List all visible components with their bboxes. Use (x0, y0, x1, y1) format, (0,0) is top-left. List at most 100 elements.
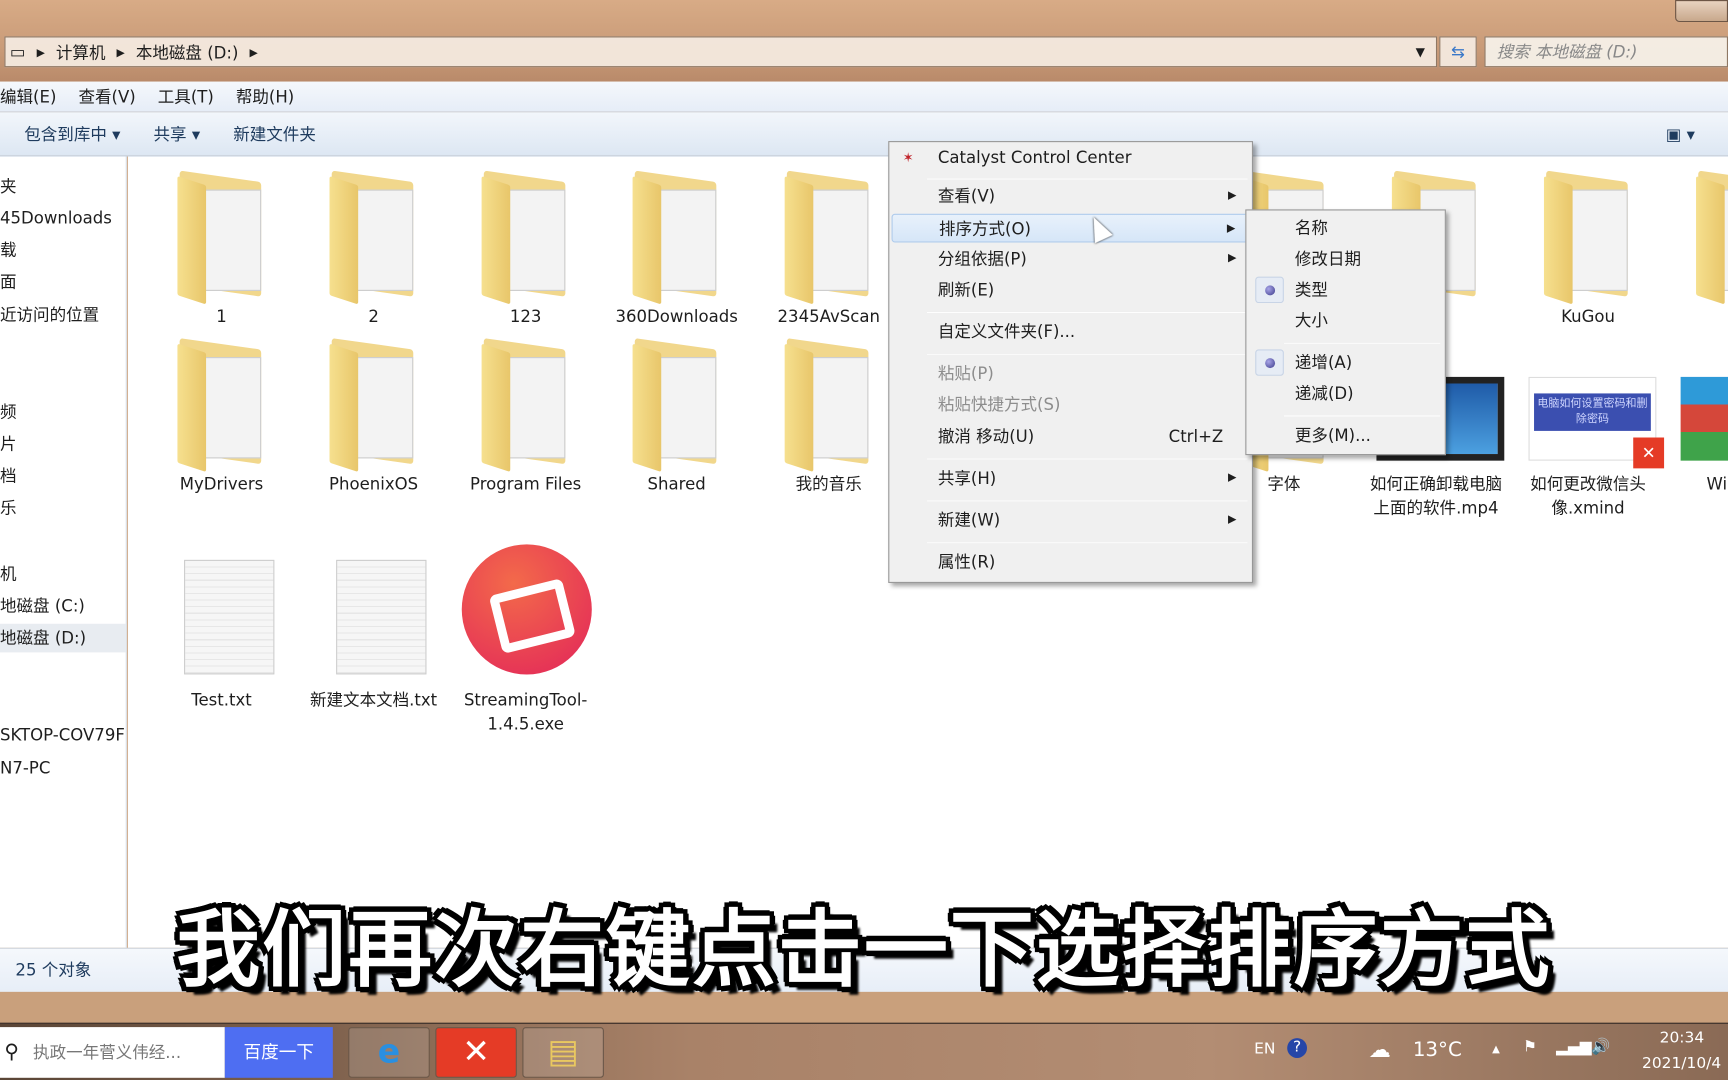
sidebar-item[interactable]: 地磁盘 (C:) (0, 592, 126, 621)
language-indicator[interactable]: EN (1254, 1040, 1275, 1058)
file-item[interactable]: 123 (454, 165, 597, 328)
file-item[interactable]: 2 (302, 165, 445, 328)
xmind-icon[interactable]: ✕ (435, 1027, 517, 1078)
baidu-search-button[interactable]: 百度一下 (224, 1027, 333, 1078)
sort-option[interactable]: 递减(D) (1249, 379, 1443, 408)
network-icon[interactable]: ▂▄▆ (1556, 1038, 1592, 1056)
sort-option[interactable]: 修改日期 (1249, 245, 1443, 274)
context-menu-item[interactable]: 自定义文件夹(F)... (892, 317, 1250, 346)
file-name: 2 (368, 306, 379, 327)
menu-view[interactable]: 查看(V) (78, 85, 135, 108)
explorer-icon[interactable]: ▤ (522, 1027, 604, 1078)
baidu-search-input[interactable]: 执政一年菅义伟经... (0, 1027, 225, 1078)
history-dropdown-icon[interactable]: ▼ (1416, 45, 1425, 59)
sidebar-item[interactable]: 机 (0, 560, 126, 589)
view-options-icon[interactable]: ▣ ▾ (1666, 124, 1695, 144)
file-item[interactable]: Test.txt (150, 549, 293, 712)
sidebar-item[interactable]: 片 (0, 430, 126, 459)
file-item[interactable]: 新建文本文档.txt (302, 549, 445, 712)
catalyst-icon: ✶ (902, 149, 914, 166)
show-hidden-icons[interactable]: ▴ (1492, 1040, 1500, 1058)
xmind-icon: 电脑如何设置密码和删除密码 ✕ (1528, 333, 1665, 469)
context-menu-item[interactable]: ✶ Catalyst Control Center (892, 143, 1250, 172)
sidebar-item[interactable]: 频 (0, 398, 126, 427)
include-in-library-button[interactable]: 包含到库中 ▾ (24, 122, 120, 145)
sort-by-submenu: 名称 修改日期 类型 大小递增(A) 递减(D) 更多(M)... (1245, 209, 1446, 456)
file-item[interactable]: PhoenixOS (302, 333, 445, 496)
sort-option[interactable]: 类型 (1249, 276, 1443, 305)
refresh-button[interactable]: ⇆ (1439, 36, 1477, 68)
clock-date[interactable]: 2021/10/4 (1642, 1055, 1721, 1073)
sidebar-item[interactable]: 地磁盘 (D:) (0, 623, 126, 653)
menu-item-label: 刷新(E) (937, 279, 995, 300)
sidebar-item[interactable]: SKTOP-COV79F (0, 721, 126, 750)
folder-front (1696, 176, 1725, 305)
sidebar-item[interactable]: 近访问的位置 (0, 301, 126, 330)
context-menu-item[interactable]: 刷新(E) (892, 276, 1250, 305)
file-name: Wind x6 (1706, 473, 1728, 494)
sidebar-item[interactable]: N7-PC (0, 754, 126, 783)
file-item[interactable]: 电脑如何设置密码和删除密码 ✕ 如何更改微信头像.xmind (1516, 333, 1665, 520)
menu-separator (926, 178, 1248, 180)
sidebar-item[interactable]: 乐 (0, 494, 126, 523)
ie-icon[interactable]: e (348, 1027, 430, 1078)
sidebar-item[interactable]: 面 (0, 268, 126, 297)
menu-item-shortcut: Ctrl+Z (1168, 426, 1224, 447)
action-center-flag-icon[interactable]: ⚑ (1523, 1038, 1537, 1056)
folder-icon (329, 170, 420, 305)
menu-help[interactable]: 帮助(H) (236, 85, 294, 108)
file-item[interactable]: Shared (605, 333, 748, 496)
context-menu-item[interactable]: 查看(V) ▶ (892, 182, 1250, 211)
sidebar-item[interactable]: 45Downloads (0, 204, 126, 233)
folder-icon (784, 170, 875, 305)
file-name: 如何更改微信头像.xmind (1530, 473, 1646, 518)
folder-icon (481, 170, 572, 305)
file-item[interactable]: Wind x6 (1668, 333, 1728, 496)
context-menu-item[interactable]: 排序方式(O) ▶ (891, 213, 1250, 243)
context-menu-item[interactable]: 属性(R) (892, 548, 1250, 577)
context-menu-item[interactable]: 分组依据(P) ▶ (892, 245, 1250, 274)
file-name: 1 (216, 306, 227, 327)
file-item[interactable]: KuGou (1516, 165, 1659, 328)
clock-time[interactable]: 20:34 (1660, 1029, 1704, 1047)
file-item[interactable]: Program Files (454, 333, 597, 496)
folder-paper (351, 189, 414, 291)
new-folder-button[interactable]: 新建文件夹 (233, 122, 316, 145)
sidebar-item[interactable]: 载 (0, 236, 126, 265)
file-item[interactable]: 我的音乐 (757, 333, 900, 496)
context-menu-item[interactable]: 撤消 移动(U) Ctrl+Z (892, 422, 1250, 451)
sidebar-item[interactable]: 夹 (0, 172, 126, 201)
sort-option[interactable]: 名称 (1249, 214, 1443, 243)
address-bar[interactable]: ▭ ▸ 计算机 ▸ 本地磁盘 (D:) ▸ ▼ (4, 36, 1438, 68)
weather-icon[interactable]: ☁ (1369, 1036, 1391, 1062)
file-item[interactable]: 1 (150, 165, 293, 328)
sort-option[interactable]: 大小 (1249, 306, 1443, 335)
file-item[interactable]: MyDrivers (150, 333, 293, 496)
context-menu-item[interactable]: 共享(H) ▶ (892, 464, 1250, 493)
context-menu-item[interactable]: 粘贴快捷方式(S) (892, 390, 1250, 419)
chevron-right-icon: ▸ (249, 41, 258, 62)
menu-item-label: 分组依据(P) (937, 249, 1027, 269)
context-menu-item[interactable]: 新建(W) ▶ (892, 506, 1250, 535)
file-name: PhoenixOS (329, 473, 419, 494)
menu-edit[interactable]: 编辑(E) (0, 85, 56, 108)
context-menu-item[interactable]: 粘贴(P) (892, 359, 1250, 388)
search-input[interactable]: 搜索 本地磁盘 (D:) (1484, 36, 1728, 68)
file-item[interactable]: Le (1668, 165, 1728, 328)
help-icon[interactable]: ? (1287, 1038, 1308, 1058)
sidebar-item[interactable]: 档 (0, 462, 126, 491)
file-item[interactable]: 2345AvScan (757, 165, 900, 328)
file-item[interactable]: StreamingTool-1.4.5.exe (454, 544, 597, 736)
breadcrumb-computer[interactable]: 计算机 (56, 40, 106, 63)
temperature[interactable]: 13°C (1413, 1038, 1462, 1061)
folder-icon (166, 333, 276, 472)
file-item[interactable]: 360Downloads (605, 165, 748, 328)
file-name: MyDrivers (179, 473, 264, 494)
minimize-button[interactable] (1675, 0, 1728, 23)
breadcrumb-drive-d[interactable]: 本地磁盘 (D:) (136, 40, 239, 63)
menu-tools[interactable]: 工具(T) (158, 85, 214, 108)
share-button[interactable]: 共享 ▾ (154, 122, 201, 145)
sort-option[interactable]: 递增(A) (1249, 348, 1443, 377)
volume-icon[interactable]: 🔊 (1591, 1038, 1610, 1056)
sort-option[interactable]: 更多(M)... (1249, 421, 1443, 450)
